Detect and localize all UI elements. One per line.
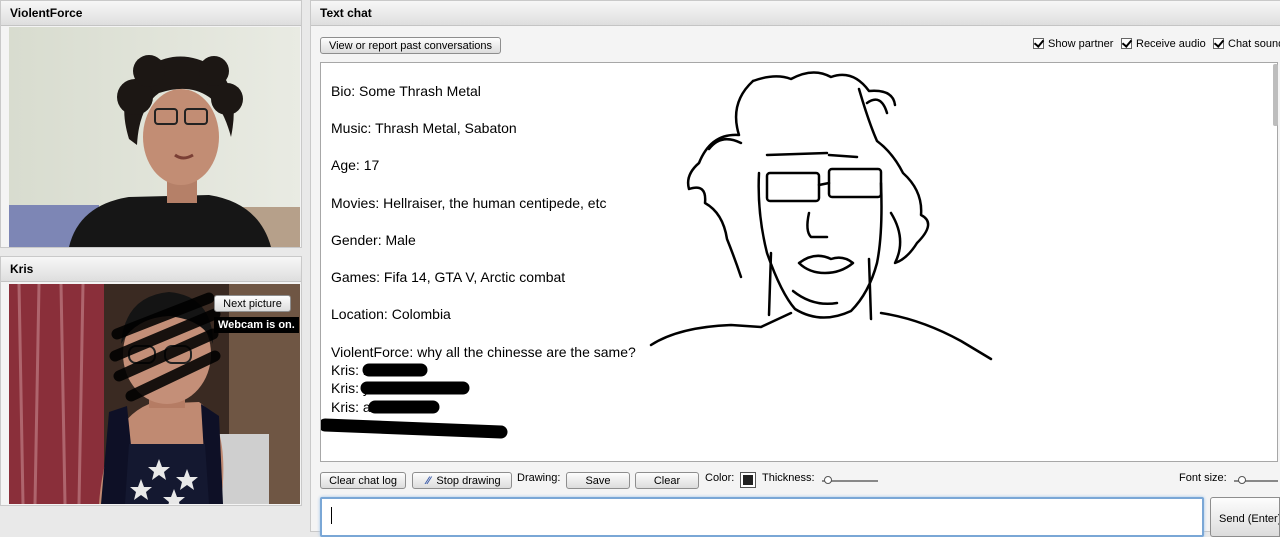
font-size-slider[interactable]	[1234, 476, 1278, 484]
color-label: Color:	[705, 472, 735, 484]
checkbox-checked-icon	[1121, 38, 1132, 49]
receive-audio-checkbox[interactable]: Receive audio	[1121, 38, 1206, 50]
show-partner-checkbox[interactable]: Show partner	[1033, 38, 1113, 50]
drawing-label: Drawing:	[517, 472, 561, 484]
receive-audio-label: Receive audio	[1136, 38, 1206, 50]
send-button[interactable]: Send (Enter)	[1210, 497, 1280, 537]
thickness-slider[interactable]	[822, 476, 878, 484]
thickness-label: Thickness:	[762, 472, 815, 484]
checkbox-checked-icon	[1213, 38, 1224, 49]
font-size-label: Font size:	[1179, 472, 1227, 484]
chat-drawing-canvas	[321, 71, 993, 439]
chat-log[interactable]: Bio: Some Thrash Metal Music: Thrash Met…	[320, 62, 1278, 462]
self-name: Kris	[1, 257, 301, 282]
chat-sound-checkbox[interactable]: Chat sound	[1213, 38, 1280, 50]
view-report-conversations-button[interactable]: View or report past conversations	[320, 37, 501, 54]
font-size-slider-knob[interactable]	[1238, 476, 1246, 484]
pencil-icon: ⁄⁄	[426, 475, 431, 487]
show-partner-label: Show partner	[1048, 38, 1114, 50]
message-input[interactable]	[320, 497, 1204, 537]
thickness-slider-knob[interactable]	[824, 476, 832, 484]
save-drawing-button[interactable]: Save	[566, 472, 630, 489]
text-chat-title: Text chat	[311, 1, 1280, 26]
chat-log-scrollbar[interactable]	[1273, 64, 1278, 126]
stop-drawing-button[interactable]: ⁄⁄ Stop drawing	[412, 472, 512, 489]
partner-webcam-video	[9, 27, 300, 247]
next-picture-button[interactable]: Next picture	[214, 295, 291, 312]
partner-name: ViolentForce	[1, 1, 301, 26]
text-caret	[331, 507, 332, 524]
chat-sound-label: Chat sound	[1228, 38, 1280, 50]
webcam-status: Webcam is on.	[214, 317, 299, 333]
color-picker-swatch[interactable]	[740, 472, 756, 488]
stop-drawing-label: Stop drawing	[436, 475, 501, 487]
clear-drawing-button[interactable]: Clear	[635, 472, 699, 489]
color-swatch-icon	[743, 475, 753, 485]
clear-chat-log-button[interactable]: Clear chat log	[320, 472, 406, 489]
checkbox-checked-icon	[1033, 38, 1044, 49]
